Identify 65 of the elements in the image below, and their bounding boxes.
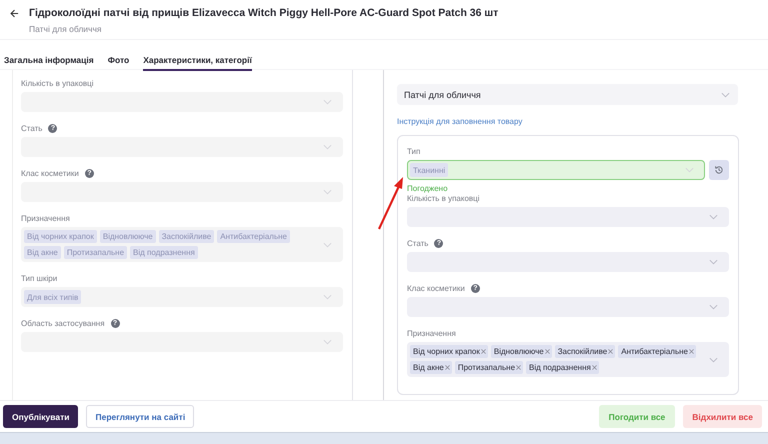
tag-chip: Від подразнення xyxy=(526,361,599,374)
tag-chip: Протизапальне xyxy=(454,361,524,374)
tag-chip: Тканинні xyxy=(410,163,448,177)
tag-chip: Заспокійливе xyxy=(158,230,214,243)
select-field[interactable] xyxy=(407,252,729,272)
field-label: Клас косметики xyxy=(407,284,465,292)
tab[interactable]: Загальна інформація xyxy=(4,55,94,71)
page-subtitle: Патчі для обличчя xyxy=(29,24,102,34)
tag-chip: Для всіх типів xyxy=(24,290,82,304)
chevron-down-icon xyxy=(709,259,718,265)
chevron-down-icon xyxy=(323,294,332,300)
field-label: Область застосування xyxy=(21,318,105,328)
tag-chip: Від подразнення xyxy=(130,246,198,259)
tag-chip: Антибактеріальне xyxy=(618,345,696,358)
field-label: Кількість в упаковці xyxy=(407,194,480,202)
tab[interactable]: Фото xyxy=(108,55,130,71)
tag-chip: Від акне xyxy=(410,361,452,374)
tag-chip: Відновлююче xyxy=(100,230,156,243)
remove-icon[interactable] xyxy=(480,349,486,354)
field-label: Призначення xyxy=(21,214,70,222)
tag-chip: Заспокійливе xyxy=(554,345,616,358)
publish-button[interactable]: Опублікувати xyxy=(3,405,78,428)
history-icon xyxy=(714,165,724,175)
tag-chip: Від чорних крапок xyxy=(410,345,488,358)
remove-icon[interactable] xyxy=(688,349,694,354)
remove-icon[interactable] xyxy=(592,365,597,370)
chevron-down-icon xyxy=(323,99,332,105)
select-field[interactable]: Від чорних крапок Відновлююче Заспокійливе Антибактеріальне Від акне Протизапальне Від подразнення xyxy=(407,342,729,377)
page-title: Гідроколоїдні патчі від прищів Elizavecca Witch Piggy Hell-Pore AC-Guard Spot Patch 36 шт xyxy=(29,7,498,19)
field-label: Тип шкіри xyxy=(21,274,58,282)
chevron-down-icon xyxy=(323,339,332,345)
field-label: Клас косметики xyxy=(21,168,79,178)
select-field[interactable] xyxy=(407,297,729,317)
tag-chip: Протизапальне xyxy=(64,246,128,259)
instruction-link[interactable]: Інструкція для заповнення товару xyxy=(397,117,522,126)
chevron-down-icon xyxy=(709,356,718,362)
status-text: Погоджено xyxy=(407,184,449,193)
tab[interactable]: Характеристики, категорії xyxy=(143,55,252,71)
view-on-site-button[interactable]: Переглянути на сайті xyxy=(86,405,194,428)
history-button[interactable] xyxy=(709,160,729,180)
back-arrow-icon[interactable] xyxy=(10,9,19,18)
field-label: Стать xyxy=(407,238,428,248)
tag-chip: Антибактеріальне xyxy=(217,230,290,243)
remove-icon[interactable] xyxy=(608,349,614,354)
remove-icon[interactable] xyxy=(444,365,450,370)
select-field[interactable] xyxy=(407,207,729,227)
chevron-down-icon xyxy=(685,167,694,173)
field-label: Стать xyxy=(21,124,42,132)
field-label: Кількість в упаковці xyxy=(21,78,94,88)
tag-chip: Від акне xyxy=(24,246,61,259)
tag-chip: Відновлююче xyxy=(490,345,552,358)
annotation-arrow xyxy=(378,176,406,230)
chevron-down-icon xyxy=(323,189,332,195)
category-select[interactable]: Патчі для обличчя xyxy=(397,84,738,105)
chevron-down-icon xyxy=(709,214,718,220)
chevron-down-icon xyxy=(721,92,730,98)
remove-icon[interactable] xyxy=(516,365,522,370)
chevron-down-icon xyxy=(323,242,332,248)
field-label: Тип xyxy=(407,146,420,156)
reject-all-button[interactable]: Відхилити все xyxy=(683,405,762,428)
chevron-down-icon xyxy=(323,144,332,150)
tag-chip: Від чорних крапок xyxy=(24,230,97,243)
remove-icon[interactable] xyxy=(544,349,550,354)
field-label: Призначення xyxy=(407,328,456,338)
chevron-down-icon xyxy=(709,304,718,310)
